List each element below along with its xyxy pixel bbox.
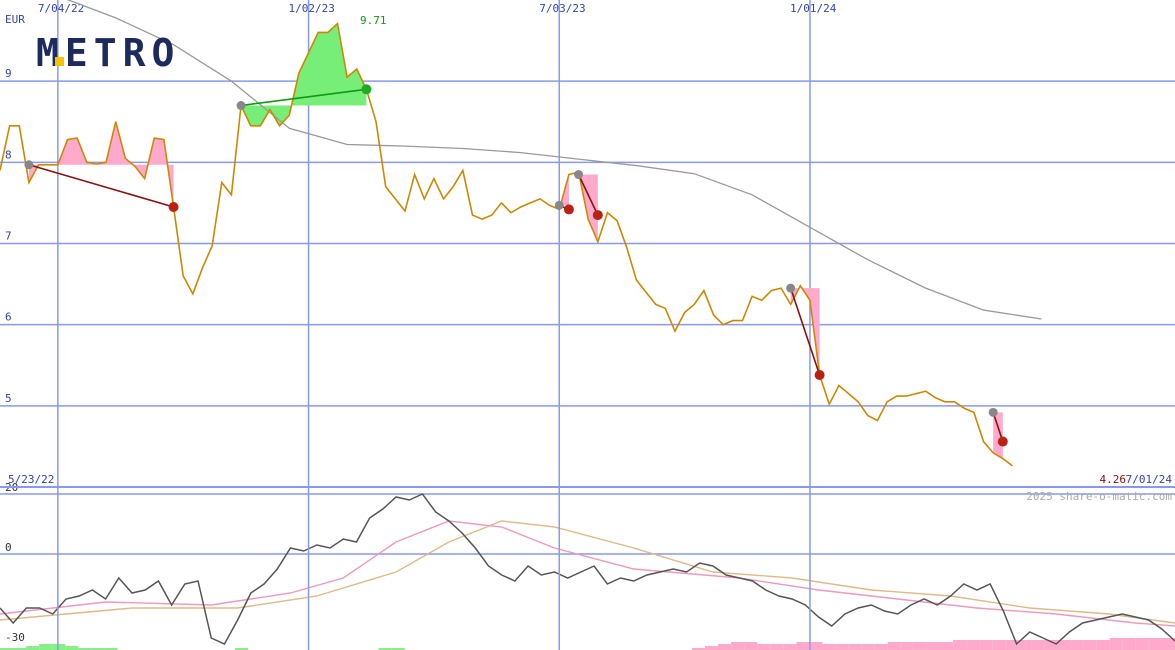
volume-bar-71 — [926, 642, 940, 650]
volume-bar-56 — [731, 642, 745, 650]
y-tick-6: 6 — [5, 311, 12, 324]
logo-accent — [55, 57, 64, 66]
volume-bar-65 — [848, 644, 862, 650]
x-tick-1/01/24: 1/01/24 — [790, 2, 837, 15]
volume-bar-75 — [979, 640, 993, 650]
trade-exit-marker-1 — [361, 84, 372, 95]
volume-bar-5 — [65, 646, 79, 650]
volume-bar-64 — [835, 644, 849, 650]
volume-bar-4 — [52, 644, 66, 650]
volume-bar-3 — [39, 644, 53, 650]
chart-canvas: 200-30 987657/04/22 1/02/23 7/03/23 1/01/24… — [0, 0, 1175, 650]
y-tick-5: 5 — [5, 392, 12, 405]
volume-bar-68 — [887, 642, 901, 650]
trade-exit-marker-5 — [997, 436, 1008, 447]
volume-bar-72 — [940, 642, 954, 650]
volume-bar-88 — [1148, 638, 1162, 650]
price-line — [0, 21, 1013, 467]
volume-bar-73 — [953, 640, 967, 650]
volume-bar-61 — [796, 642, 810, 650]
trade-entry-marker-2 — [554, 200, 564, 210]
x-tick-7/03/23: 7/03/23 — [539, 2, 585, 15]
start-date-label: 5/23/22 — [8, 473, 54, 486]
trade-exit-marker-0 — [168, 201, 179, 212]
currency-label: EUR — [5, 13, 25, 26]
osc-y-tick--30: -30 — [5, 631, 25, 644]
trade-band-1 — [241, 23, 367, 126]
volume-bar-62 — [809, 642, 823, 650]
osc-signal-slow-line — [0, 520, 1175, 624]
volume-bar-60 — [783, 644, 797, 650]
volume-bar-85 — [1109, 638, 1123, 650]
price-panel: 987657/04/22 1/02/23 7/03/23 1/01/24 — [0, 0, 1175, 650]
trade-entry-marker-3 — [574, 170, 584, 180]
x-tick-1/02/23: 1/02/23 — [289, 2, 335, 15]
volume-bar-79 — [1031, 640, 1045, 650]
osc-y-tick-0: 0 — [5, 541, 12, 554]
max-value-label: 9.71 — [360, 14, 387, 27]
volume-bar-66 — [861, 644, 875, 650]
volume-bar-63 — [822, 644, 836, 650]
last-value-label: 4.26 — [1100, 473, 1127, 486]
stock-chart: 20 0 -30 9 8 7 6 5 7/04/22 1/02/23 7/03/23 1/01/24… — [0, 0, 1175, 650]
volume-bar-82 — [1070, 640, 1084, 650]
volume-bar-54 — [705, 646, 719, 650]
trade-entry-marker-4 — [786, 283, 796, 293]
volume-bar-84 — [1096, 640, 1110, 650]
trade-entry-marker-5 — [988, 407, 998, 417]
volume-bar-69 — [900, 642, 914, 650]
oscillator-line — [0, 493, 1175, 646]
oscillator-panel: 200-30 — [0, 481, 1175, 650]
trade-entry-marker-1 — [236, 101, 246, 111]
volume-bar-2 — [26, 646, 40, 650]
osc-signal-fast-line — [0, 520, 1175, 627]
trade-exit-marker-3 — [592, 210, 603, 221]
logo-text: METRO — [36, 31, 180, 75]
volume-bar-76 — [992, 640, 1006, 650]
volume-bar-87 — [1135, 638, 1149, 650]
trade-exit-marker-4 — [814, 369, 825, 380]
volume-bar-83 — [1083, 640, 1097, 650]
trade-entry-marker-0 — [24, 160, 34, 170]
trade-exit-marker-2 — [563, 204, 574, 215]
y-tick-9: 9 — [5, 67, 12, 80]
trade-line-0 — [28, 164, 174, 208]
y-tick-7: 7 — [5, 230, 12, 243]
volume-bar-59 — [770, 644, 784, 650]
volume-bar-74 — [966, 640, 980, 650]
y-tick-8: 8 — [5, 148, 12, 161]
volume-bar-57 — [744, 642, 758, 650]
volume-bar-70 — [913, 642, 927, 650]
volume-bar-55 — [718, 644, 732, 650]
metro-logo: METRO — [36, 31, 180, 75]
volume-bar-58 — [757, 644, 771, 650]
volume-bar-86 — [1122, 638, 1136, 650]
copyright-label: 2025 share-o-matic.com — [1026, 490, 1172, 503]
last-date-label: 7/01/24 — [1126, 473, 1173, 486]
volume-bar-67 — [874, 644, 888, 650]
